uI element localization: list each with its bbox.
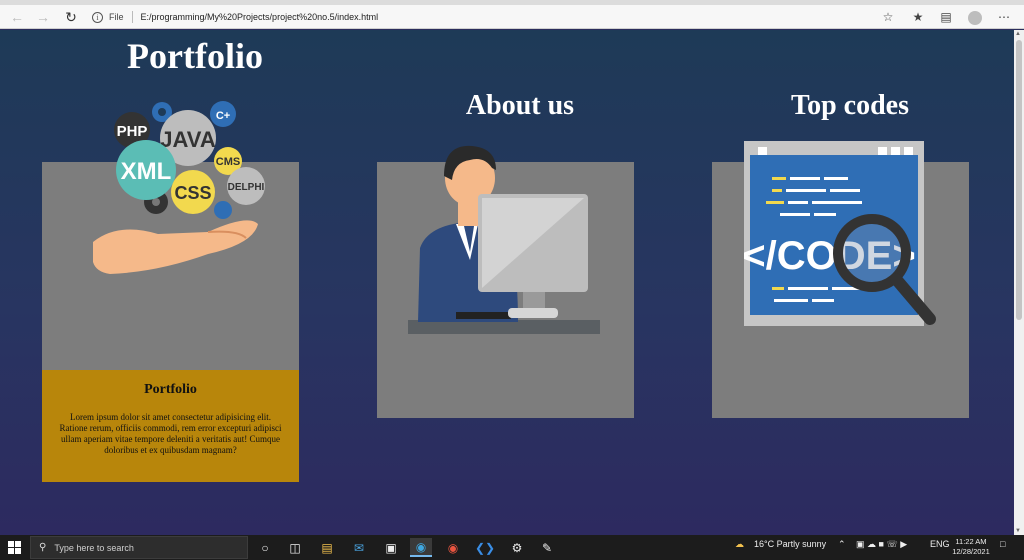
info-icon[interactable]: i (92, 11, 103, 23)
windows-start-icon[interactable] (8, 541, 21, 554)
chrome-icon[interactable]: ◉ (442, 538, 464, 557)
person-at-computer-illustration (408, 145, 600, 334)
weather-icon[interactable]: ☁ (735, 539, 744, 550)
scroll-up-icon[interactable]: ▲ (1015, 31, 1021, 37)
gear-icon (214, 201, 232, 219)
about-heading: About us (465, 90, 575, 121)
weather-text[interactable]: 16°C Partly sunny (754, 539, 826, 549)
task-view-icon[interactable]: ◫ (284, 538, 306, 557)
java-label: JAVA (160, 127, 216, 152)
languages-illustration: PHP JAVA C+ XML CMS CSS DELPHI (93, 101, 265, 274)
edge-icon[interactable]: ◉ (410, 538, 432, 557)
portfolio-card-title: Portfolio (144, 382, 197, 397)
cortana-icon[interactable]: ○ (254, 538, 276, 557)
code-illustration: </CODE> (744, 141, 936, 326)
store-icon[interactable]: ▣ (380, 538, 402, 557)
desk (408, 320, 600, 334)
notification-icon[interactable]: □ (1000, 539, 1005, 549)
page-title: Portfolio (127, 36, 263, 76)
favorites-icon[interactable]: ★ (910, 9, 926, 25)
clock-time: 11:22 AM (955, 537, 987, 546)
search-placeholder: Type here to search (54, 542, 134, 553)
php-label: PHP (117, 123, 148, 140)
hand-icon (93, 220, 258, 274)
refresh-icon[interactable]: ↻ (62, 8, 80, 26)
settings-gear-icon[interactable]: ⚙ (506, 538, 528, 557)
tray-icons[interactable]: ▣ ☁ ■ ☏ ▶ (856, 539, 907, 550)
tray-chevron-icon[interactable]: ⌃ (838, 539, 846, 550)
portfolio-card-text: Lorem ipsum dolor sit amet consectetur a… (59, 412, 282, 455)
windows-taskbar: ⚲ Type here to search ○ ◫ ▤ ✉ ▣ ◉ ◉ ❮❯ ⚙… (0, 535, 1024, 560)
page-content: Portfolio About us Top codes Portfolio L… (0, 30, 1014, 535)
top-codes-heading: Top codes (790, 90, 909, 121)
search-icon: ⚲ (39, 542, 47, 553)
portfolio-caption: Portfolio Lorem ipsum dolor sit amet con… (42, 370, 299, 482)
file-explorer-icon[interactable]: ▤ (316, 538, 338, 557)
scroll-thumb[interactable] (1016, 40, 1022, 320)
mail-icon[interactable]: ✉ (348, 538, 370, 557)
taskbar-search-input[interactable]: ⚲ Type here to search (30, 536, 248, 559)
back-arrow-icon[interactable]: ← (8, 8, 26, 26)
system-clock[interactable]: 11:22 AM 12/28/2021 (948, 537, 994, 557)
cplus-label: C+ (216, 110, 230, 122)
more-icon[interactable]: ⋯ (996, 9, 1012, 25)
address-separator (131, 11, 133, 23)
xml-label: XML (121, 158, 172, 185)
profile-avatar[interactable] (968, 11, 982, 25)
collections-icon[interactable]: ▤ (938, 9, 954, 25)
language-indicator[interactable]: ENG (930, 539, 950, 549)
delphi-label: DELPHI (228, 182, 265, 193)
address-bar[interactable]: i File E:/programming/My%20Projects/proj… (92, 7, 378, 27)
read-aloud-icon[interactable]: ☆ (880, 9, 896, 25)
address-prefix: File (109, 12, 124, 22)
vscode-icon[interactable]: ❮❯ (474, 538, 496, 557)
css-label: CSS (174, 183, 211, 203)
forward-arrow-icon[interactable]: → (34, 8, 52, 26)
keyboard (456, 312, 511, 319)
scroll-down-icon[interactable]: ▼ (1015, 528, 1021, 534)
address-url[interactable]: E:/programming/My%20Projects/project%20n… (141, 12, 379, 22)
clock-date: 12/28/2021 (952, 547, 990, 556)
cms-label: CMS (216, 156, 240, 168)
paint-icon[interactable]: ✎ (536, 538, 558, 557)
browser-toolbar: ← → ↻ i File E:/programming/My%20Project… (0, 5, 1024, 29)
page-scrollbar[interactable]: ▲ ▼ (1014, 30, 1024, 535)
